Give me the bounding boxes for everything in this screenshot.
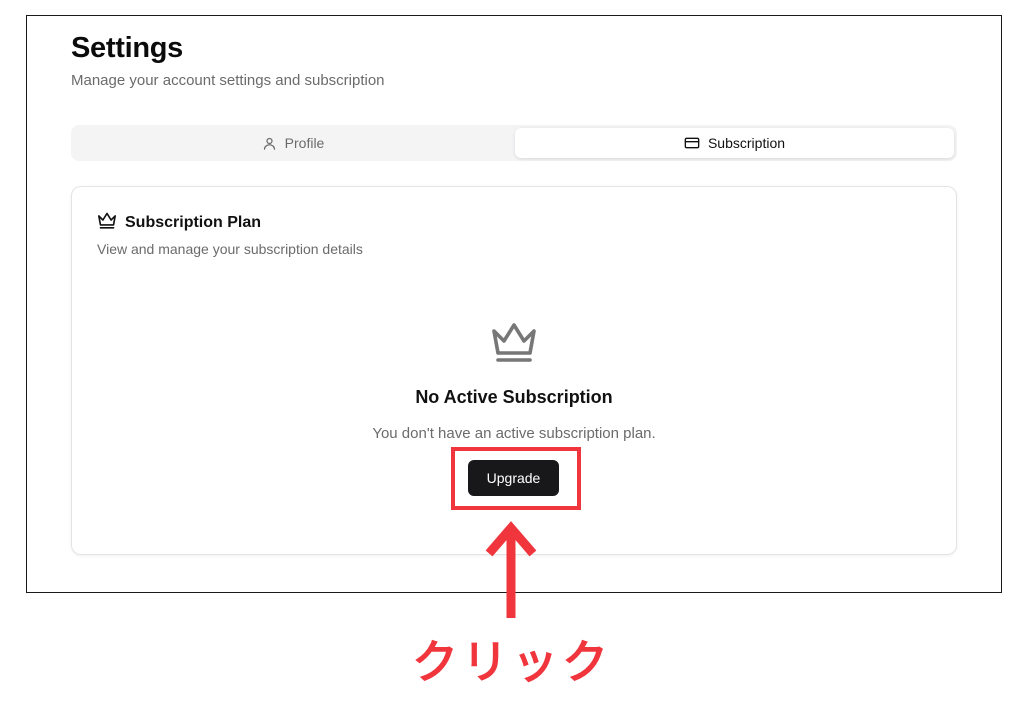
empty-state-message: You don't have an active subscription pl… [372, 425, 656, 442]
user-icon [262, 136, 277, 151]
empty-state-title: No Active Subscription [415, 387, 613, 407]
crown-icon [490, 319, 538, 368]
card-description: View and manage your subscription detail… [97, 241, 363, 257]
tab-profile[interactable]: Profile [74, 128, 512, 158]
page-subtitle: Manage your account settings and subscri… [71, 72, 385, 89]
credit-card-icon [684, 135, 700, 151]
card-title: Subscription Plan [125, 213, 262, 231]
settings-tabs: Profile Subscription [71, 125, 957, 161]
crown-icon [97, 211, 117, 234]
tab-subscription-label: Subscription [707, 135, 786, 151]
tab-subscription[interactable]: Subscription [515, 128, 954, 158]
subscription-plan-card: Subscription Plan View and manage your s… [71, 186, 957, 555]
arrow-up-icon [484, 520, 538, 625]
card-header: Subscription Plan [97, 211, 261, 234]
upgrade-button[interactable]: Upgrade [468, 460, 559, 496]
tab-profile-label: Profile [284, 135, 325, 151]
page-title: Settings [71, 32, 183, 64]
click-callout-label: クリック [412, 635, 612, 689]
app-window: Settings Manage your account settings an… [26, 15, 1002, 593]
